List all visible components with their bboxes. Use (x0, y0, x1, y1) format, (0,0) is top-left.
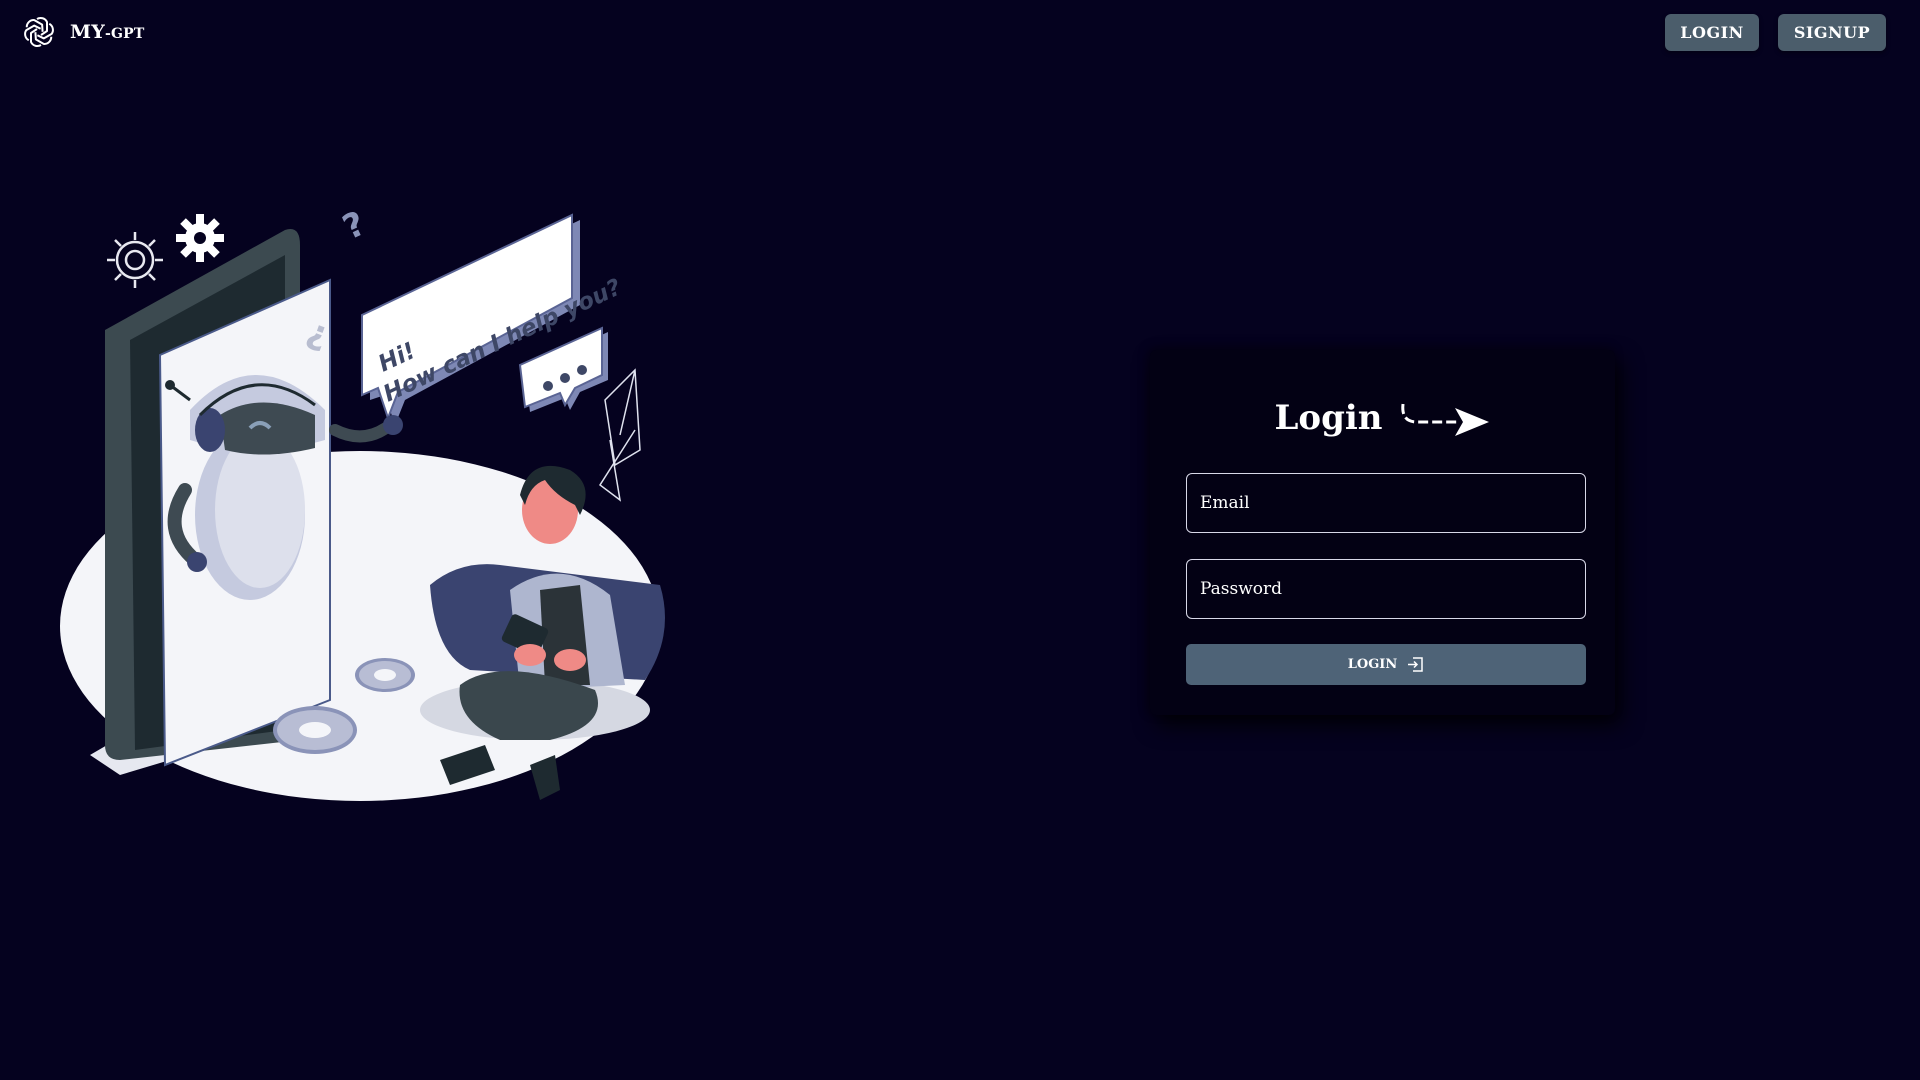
password-input[interactable] (1186, 559, 1586, 619)
chatbot-illustration: ? ¿ Hi! How can I help you? (60, 204, 665, 801)
question-mark-icon: ? (337, 204, 372, 249)
nav-signup-button[interactable]: SIGNUP (1778, 14, 1886, 51)
paper-plane-icon (598, 368, 641, 502)
gear-outline-icon (107, 232, 163, 288)
gear-bottom-small-icon (355, 658, 415, 692)
enter-icon (1408, 657, 1424, 672)
login-submit-label: LOGIN (1347, 657, 1398, 672)
top-navbar: MY-GPT LOGIN SIGNUP (0, 0, 1920, 66)
email-input[interactable] (1186, 473, 1586, 533)
brand-name: MY-GPT (70, 21, 145, 43)
login-submit-button[interactable]: LOGIN (1186, 644, 1586, 685)
gear-solid-icon (176, 214, 224, 262)
login-title-text: Login (1274, 398, 1383, 438)
login-card: Login LOGIN (1150, 350, 1615, 715)
nav-login-button[interactable]: LOGIN (1665, 14, 1759, 51)
login-title: Login (1150, 398, 1615, 438)
curved-arrow-icon (1400, 403, 1489, 436)
login-page: MY-GPT LOGIN SIGNUP ? ¿ Hi! How can I he… (0, 0, 1920, 1080)
gear-bottom-large-icon (273, 706, 357, 754)
openai-knot-icon (24, 16, 54, 48)
brand[interactable]: MY-GPT (22, 12, 145, 52)
speech-bubble: Hi! How can I help you? (361, 213, 625, 425)
